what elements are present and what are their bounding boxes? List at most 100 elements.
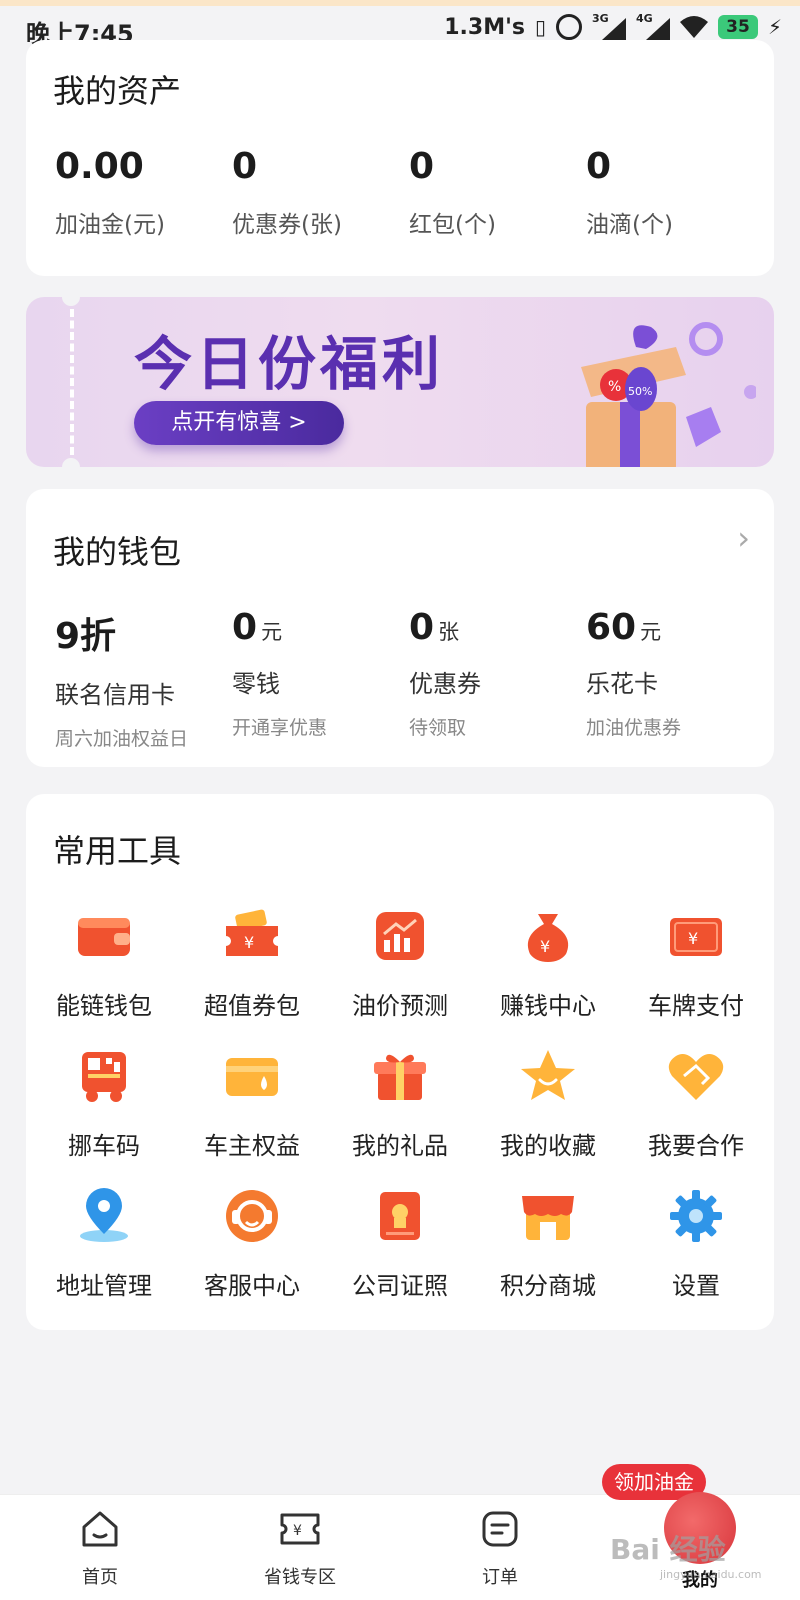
tool-label: 挪车码	[68, 1132, 140, 1160]
nav-label: 省钱专区	[264, 1567, 336, 1588]
watermark-sub: jingyan.baidu.com	[660, 1568, 762, 1581]
nav-label: 首页	[82, 1567, 118, 1588]
tools-title: 常用工具	[53, 832, 182, 870]
wallet-sub: 周六加油权益日	[55, 728, 189, 750]
wallet-sub: 待领取	[409, 717, 467, 739]
tool-label: 我的礼品	[352, 1132, 448, 1160]
tool-label: 车牌支付	[648, 992, 744, 1020]
daily-welfare-banner[interactable]: 今日份福利 点开有惊喜 > % 50%	[26, 297, 774, 467]
wallet-unit: 元	[640, 620, 662, 644]
wallet-item-change[interactable]: 0元 零钱 开通享优惠	[232, 607, 412, 740]
wallet-sub: 加油优惠券	[586, 717, 682, 739]
location-icon	[80, 1188, 128, 1242]
asset-label: 加油金(元)	[55, 212, 165, 238]
tool-plate-pay[interactable]: ¥ 车牌支付	[622, 906, 770, 1021]
status-icons: 1.3M's ▯ 3G 4G 35 ⚡	[444, 12, 782, 40]
home-icon	[82, 1511, 118, 1547]
plate-pay-icon: ¥	[670, 918, 722, 956]
wifi-icon	[679, 16, 708, 38]
wallet-label: 零钱	[232, 670, 280, 698]
ticket-notch	[62, 297, 80, 306]
tool-owner-benefits[interactable]: 车主权益	[178, 1046, 326, 1161]
tool-coupon-pack[interactable]: ¥ 超值券包	[178, 906, 326, 1021]
tool-label: 超值券包	[204, 992, 300, 1020]
wallet-value: 0	[232, 607, 258, 648]
chart-icon	[376, 912, 424, 960]
tool-points-mall[interactable]: 积分商城	[474, 1186, 622, 1301]
svg-text:¥: ¥	[540, 937, 550, 956]
tool-label: 积分商城	[500, 1272, 596, 1300]
tool-my-gifts[interactable]: 我的礼品	[326, 1046, 474, 1161]
asset-value: 0	[586, 146, 612, 187]
tool-earn-center[interactable]: ¥ 赚钱中心	[474, 906, 622, 1021]
wallet-item-lehua-card[interactable]: 60 元 乐花卡 加油优惠券	[586, 607, 766, 740]
gift-box-illustration: % 50%	[581, 322, 756, 467]
asset-label: 油滴(个)	[586, 212, 673, 238]
tool-move-car-code[interactable]: 挪车码	[30, 1046, 178, 1161]
wallet-label: 优惠券	[409, 670, 481, 698]
wallet-title: 我的钱包	[53, 533, 182, 571]
tool-company-license[interactable]: 公司证照	[326, 1186, 474, 1301]
wallet-unit: 元	[261, 620, 283, 644]
svg-text:¥: ¥	[293, 1523, 302, 1539]
money-bag-icon: ¥	[527, 914, 569, 962]
coupon-icon: ¥	[226, 909, 278, 956]
svg-text:%: %	[608, 379, 621, 395]
tool-customer-service[interactable]: 客服中心	[178, 1186, 326, 1301]
asset-fuel-gold[interactable]: 0.00 加油金(元)	[55, 146, 235, 239]
svg-text:¥: ¥	[688, 929, 698, 948]
ticket-dash-line	[70, 309, 74, 455]
tool-label: 设置	[672, 1272, 720, 1300]
wallet-value: 0	[409, 607, 435, 648]
wallet-unit: 张	[438, 620, 460, 644]
asset-coupons[interactable]: 0 优惠券(张)	[232, 146, 412, 239]
signal-3g-icon: 3G	[592, 12, 626, 40]
tool-address-manage[interactable]: 地址管理	[30, 1186, 178, 1301]
chevron-right-icon[interactable]: ›	[737, 519, 750, 557]
charging-icon: ⚡	[767, 15, 782, 39]
gift-icon	[374, 1054, 426, 1100]
nav-home[interactable]: 首页	[20, 1507, 180, 1589]
banner-button[interactable]: 点开有惊喜 >	[134, 401, 344, 445]
tool-wallet[interactable]: 能链钱包	[30, 906, 178, 1021]
assets-card: 我的资产 0.00 加油金(元) 0 优惠券(张) 0 红包(个) 0 油滴(个…	[26, 40, 774, 276]
asset-value: 0	[232, 146, 258, 187]
nav-label: 订单	[482, 1567, 518, 1588]
headset-icon	[226, 1190, 278, 1242]
tool-label: 油价预测	[352, 992, 448, 1020]
asset-red-packets[interactable]: 0 红包(个)	[409, 146, 589, 239]
savings-icon: ¥	[280, 1513, 320, 1545]
network-speed: 1.3M's	[444, 14, 525, 40]
tool-label: 能链钱包	[56, 992, 152, 1020]
nav-savings[interactable]: ¥ 省钱专区	[220, 1507, 380, 1589]
asset-oil-drops[interactable]: 0 油滴(个)	[586, 146, 766, 239]
tool-settings[interactable]: 设置	[622, 1186, 770, 1301]
certificate-icon	[380, 1192, 420, 1240]
wallet-item-coupons[interactable]: 0张 优惠券 待领取	[409, 607, 589, 740]
asset-label: 优惠券(张)	[232, 212, 342, 238]
wallet-sub: 开通享优惠	[232, 717, 328, 739]
tool-label: 我要合作	[648, 1132, 744, 1160]
asset-value: 0	[409, 146, 435, 187]
asset-label: 红包(个)	[409, 212, 496, 238]
tool-oil-forecast[interactable]: 油价预测	[326, 906, 474, 1021]
tool-label: 地址管理	[56, 1272, 152, 1300]
assets-title: 我的资产	[53, 72, 182, 110]
battery-icon: 35	[717, 15, 758, 39]
banner-title: 今日份福利	[134, 330, 445, 398]
wallet-card[interactable]: 我的钱包 › 9折 联名信用卡 周六加油权益日 0元 零钱 开通享优惠 0张 优…	[26, 489, 774, 767]
tool-label: 车主权益	[204, 1132, 300, 1160]
wallet-item-credit-card[interactable]: 9折 联名信用卡 周六加油权益日	[55, 607, 235, 751]
asset-value: 0.00	[55, 146, 144, 187]
wallet-value: 9折	[55, 616, 117, 657]
nav-orders[interactable]: 订单	[420, 1507, 580, 1589]
svg-text:¥: ¥	[244, 933, 254, 952]
tool-my-favorites[interactable]: 我的收藏	[474, 1046, 622, 1161]
star-icon	[521, 1050, 575, 1100]
wallet-label: 乐花卡	[586, 670, 658, 698]
order-icon	[482, 1511, 518, 1547]
qr-car-icon	[82, 1052, 126, 1102]
tool-cooperation[interactable]: 我要合作	[622, 1046, 770, 1161]
card-icon	[226, 1058, 278, 1096]
ticket-notch	[62, 458, 80, 467]
